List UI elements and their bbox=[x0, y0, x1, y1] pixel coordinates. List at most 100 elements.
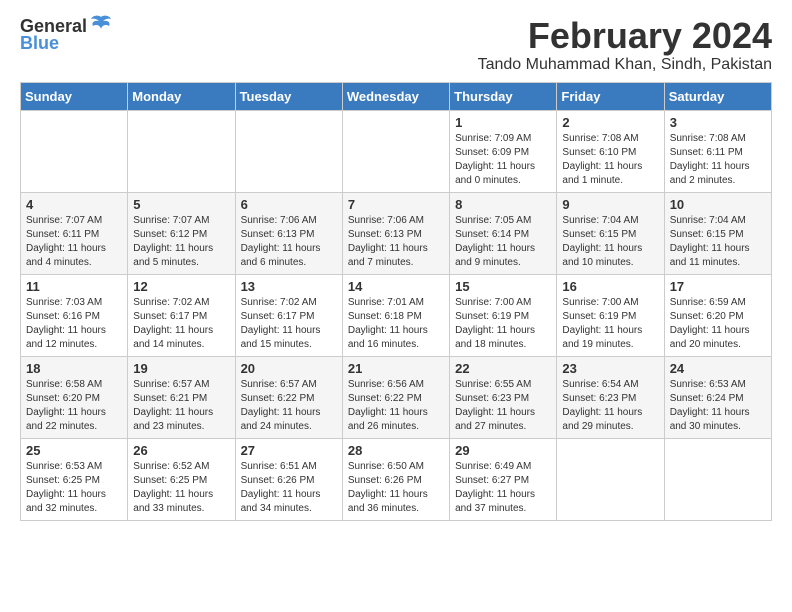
day-number: 17 bbox=[670, 279, 766, 294]
calendar-week-row: 11 Sunrise: 7:03 AM Sunset: 6:16 PM Dayli… bbox=[21, 274, 772, 356]
col-wednesday: Wednesday bbox=[342, 82, 449, 110]
day-info: Sunrise: 7:06 AM Sunset: 6:13 PM Dayligh… bbox=[241, 214, 337, 270]
col-saturday: Saturday bbox=[664, 82, 771, 110]
day-info: Sunrise: 7:08 AM Sunset: 6:11 PM Dayligh… bbox=[670, 132, 766, 188]
day-number: 15 bbox=[455, 279, 551, 294]
table-row: 20Sunrise: 6:57 AM Sunset: 6:22 PM Dayli… bbox=[235, 356, 342, 438]
table-row: 17Sunrise: 6:59 AM Sunset: 6:20 PM Dayli… bbox=[664, 274, 771, 356]
calendar-week-row: 1 Sunrise: 7:09 AM Sunset: 6:09 PM Daylig… bbox=[21, 110, 772, 192]
day-info: Sunrise: 7:04 AM Sunset: 6:15 PM Dayligh… bbox=[670, 214, 766, 270]
day-number: 3 bbox=[670, 115, 766, 130]
day-info: Sunrise: 7:07 AM Sunset: 6:11 PM Dayligh… bbox=[26, 214, 122, 270]
table-row: 19 Sunrise: 6:57 AM Sunset: 6:21 PM Dayli… bbox=[128, 356, 235, 438]
day-number: 18 bbox=[26, 361, 122, 376]
day-number: 22 bbox=[455, 361, 551, 376]
calendar-week-row: 25 Sunrise: 6:53 AM Sunset: 6:25 PM Dayli… bbox=[21, 438, 772, 520]
table-row: 25 Sunrise: 6:53 AM Sunset: 6:25 PM Dayli… bbox=[21, 438, 128, 520]
day-info: Sunrise: 6:57 AM Sunset: 6:21 PM Dayligh… bbox=[133, 378, 229, 434]
col-monday: Monday bbox=[128, 82, 235, 110]
table-row bbox=[128, 110, 235, 192]
day-info: Sunrise: 7:00 AM Sunset: 6:19 PM Dayligh… bbox=[562, 296, 658, 352]
table-row: 3 Sunrise: 7:08 AM Sunset: 6:11 PM Daylig… bbox=[664, 110, 771, 192]
table-row: 22 Sunrise: 6:55 AM Sunset: 6:23 PM Dayli… bbox=[450, 356, 557, 438]
month-title: February 2024 bbox=[478, 16, 772, 56]
day-info: Sunrise: 7:08 AM Sunset: 6:10 PM Dayligh… bbox=[562, 132, 658, 188]
day-number: 9 bbox=[562, 197, 658, 212]
day-number: 14 bbox=[348, 279, 444, 294]
day-info: Sunrise: 7:01 AM Sunset: 6:18 PM Dayligh… bbox=[348, 296, 444, 352]
calendar-week-row: 4 Sunrise: 7:07 AM Sunset: 6:11 PM Daylig… bbox=[21, 192, 772, 274]
table-row: 28 Sunrise: 6:50 AM Sunset: 6:26 PM Dayli… bbox=[342, 438, 449, 520]
table-row: 6 Sunrise: 7:06 AM Sunset: 6:13 PM Daylig… bbox=[235, 192, 342, 274]
col-sunday: Sunday bbox=[21, 82, 128, 110]
logo: General Blue bbox=[20, 16, 113, 54]
table-row: 29 Sunrise: 6:49 AM Sunset: 6:27 PM Dayli… bbox=[450, 438, 557, 520]
table-row: 10 Sunrise: 7:04 AM Sunset: 6:15 PM Dayli… bbox=[664, 192, 771, 274]
day-number: 2 bbox=[562, 115, 658, 130]
table-row bbox=[235, 110, 342, 192]
table-row: 24Sunrise: 6:53 AM Sunset: 6:24 PM Dayli… bbox=[664, 356, 771, 438]
table-row: 15 Sunrise: 7:00 AM Sunset: 6:19 PM Dayli… bbox=[450, 274, 557, 356]
header: General Blue February 2024 Tando Muhamma… bbox=[20, 16, 772, 74]
table-row: 21 Sunrise: 6:56 AM Sunset: 6:22 PM Dayli… bbox=[342, 356, 449, 438]
day-info: Sunrise: 6:50 AM Sunset: 6:26 PM Dayligh… bbox=[348, 460, 444, 516]
day-number: 10 bbox=[670, 197, 766, 212]
day-number: 6 bbox=[241, 197, 337, 212]
day-number: 28 bbox=[348, 443, 444, 458]
table-row: 14 Sunrise: 7:01 AM Sunset: 6:18 PM Dayli… bbox=[342, 274, 449, 356]
table-row: 18Sunrise: 6:58 AM Sunset: 6:20 PM Dayli… bbox=[21, 356, 128, 438]
day-number: 8 bbox=[455, 197, 551, 212]
day-info: Sunrise: 6:55 AM Sunset: 6:23 PM Dayligh… bbox=[455, 378, 551, 434]
table-row: 12 Sunrise: 7:02 AM Sunset: 6:17 PM Dayli… bbox=[128, 274, 235, 356]
day-number: 23 bbox=[562, 361, 658, 376]
page: General Blue February 2024 Tando Muhamma… bbox=[0, 0, 792, 537]
table-row: 27 Sunrise: 6:51 AM Sunset: 6:26 PM Dayli… bbox=[235, 438, 342, 520]
day-info: Sunrise: 6:53 AM Sunset: 6:24 PM Dayligh… bbox=[670, 378, 766, 434]
table-row: 13 Sunrise: 7:02 AM Sunset: 6:17 PM Dayli… bbox=[235, 274, 342, 356]
day-number: 25 bbox=[26, 443, 122, 458]
col-tuesday: Tuesday bbox=[235, 82, 342, 110]
day-info: Sunrise: 7:06 AM Sunset: 6:13 PM Dayligh… bbox=[348, 214, 444, 270]
table-row: 16Sunrise: 7:00 AM Sunset: 6:19 PM Dayli… bbox=[557, 274, 664, 356]
table-row: 4 Sunrise: 7:07 AM Sunset: 6:11 PM Daylig… bbox=[21, 192, 128, 274]
day-info: Sunrise: 7:07 AM Sunset: 6:12 PM Dayligh… bbox=[133, 214, 229, 270]
day-info: Sunrise: 7:02 AM Sunset: 6:17 PM Dayligh… bbox=[133, 296, 229, 352]
calendar-header-row: Sunday Monday Tuesday Wednesday Thursday… bbox=[21, 82, 772, 110]
day-number: 21 bbox=[348, 361, 444, 376]
day-number: 13 bbox=[241, 279, 337, 294]
table-row: 1 Sunrise: 7:09 AM Sunset: 6:09 PM Daylig… bbox=[450, 110, 557, 192]
table-row bbox=[664, 438, 771, 520]
table-row bbox=[342, 110, 449, 192]
day-number: 27 bbox=[241, 443, 337, 458]
day-info: Sunrise: 6:56 AM Sunset: 6:22 PM Dayligh… bbox=[348, 378, 444, 434]
day-info: Sunrise: 7:02 AM Sunset: 6:17 PM Dayligh… bbox=[241, 296, 337, 352]
title-block: February 2024 Tando Muhammad Khan, Sindh… bbox=[478, 16, 772, 74]
table-row bbox=[557, 438, 664, 520]
day-info: Sunrise: 7:03 AM Sunset: 6:16 PM Dayligh… bbox=[26, 296, 122, 352]
day-info: Sunrise: 7:05 AM Sunset: 6:14 PM Dayligh… bbox=[455, 214, 551, 270]
day-number: 4 bbox=[26, 197, 122, 212]
table-row bbox=[21, 110, 128, 192]
logo-blue: Blue bbox=[20, 33, 59, 54]
table-row: 5Sunrise: 7:07 AM Sunset: 6:12 PM Daylig… bbox=[128, 192, 235, 274]
day-info: Sunrise: 7:04 AM Sunset: 6:15 PM Dayligh… bbox=[562, 214, 658, 270]
day-info: Sunrise: 6:57 AM Sunset: 6:22 PM Dayligh… bbox=[241, 378, 337, 434]
day-number: 29 bbox=[455, 443, 551, 458]
table-row: 23Sunrise: 6:54 AM Sunset: 6:23 PM Dayli… bbox=[557, 356, 664, 438]
day-number: 1 bbox=[455, 115, 551, 130]
table-row: 2 Sunrise: 7:08 AM Sunset: 6:10 PM Daylig… bbox=[557, 110, 664, 192]
day-info: Sunrise: 6:49 AM Sunset: 6:27 PM Dayligh… bbox=[455, 460, 551, 516]
day-number: 11 bbox=[26, 279, 122, 294]
day-number: 12 bbox=[133, 279, 229, 294]
location: Tando Muhammad Khan, Sindh, Pakistan bbox=[478, 56, 772, 74]
table-row: 8 Sunrise: 7:05 AM Sunset: 6:14 PM Daylig… bbox=[450, 192, 557, 274]
day-info: Sunrise: 6:51 AM Sunset: 6:26 PM Dayligh… bbox=[241, 460, 337, 516]
table-row: 11 Sunrise: 7:03 AM Sunset: 6:16 PM Dayli… bbox=[21, 274, 128, 356]
table-row: 26Sunrise: 6:52 AM Sunset: 6:25 PM Dayli… bbox=[128, 438, 235, 520]
table-row: 7Sunrise: 7:06 AM Sunset: 6:13 PM Daylig… bbox=[342, 192, 449, 274]
day-number: 19 bbox=[133, 361, 229, 376]
day-info: Sunrise: 7:09 AM Sunset: 6:09 PM Dayligh… bbox=[455, 132, 551, 188]
day-info: Sunrise: 6:53 AM Sunset: 6:25 PM Dayligh… bbox=[26, 460, 122, 516]
day-info: Sunrise: 7:00 AM Sunset: 6:19 PM Dayligh… bbox=[455, 296, 551, 352]
calendar-week-row: 18Sunrise: 6:58 AM Sunset: 6:20 PM Dayli… bbox=[21, 356, 772, 438]
